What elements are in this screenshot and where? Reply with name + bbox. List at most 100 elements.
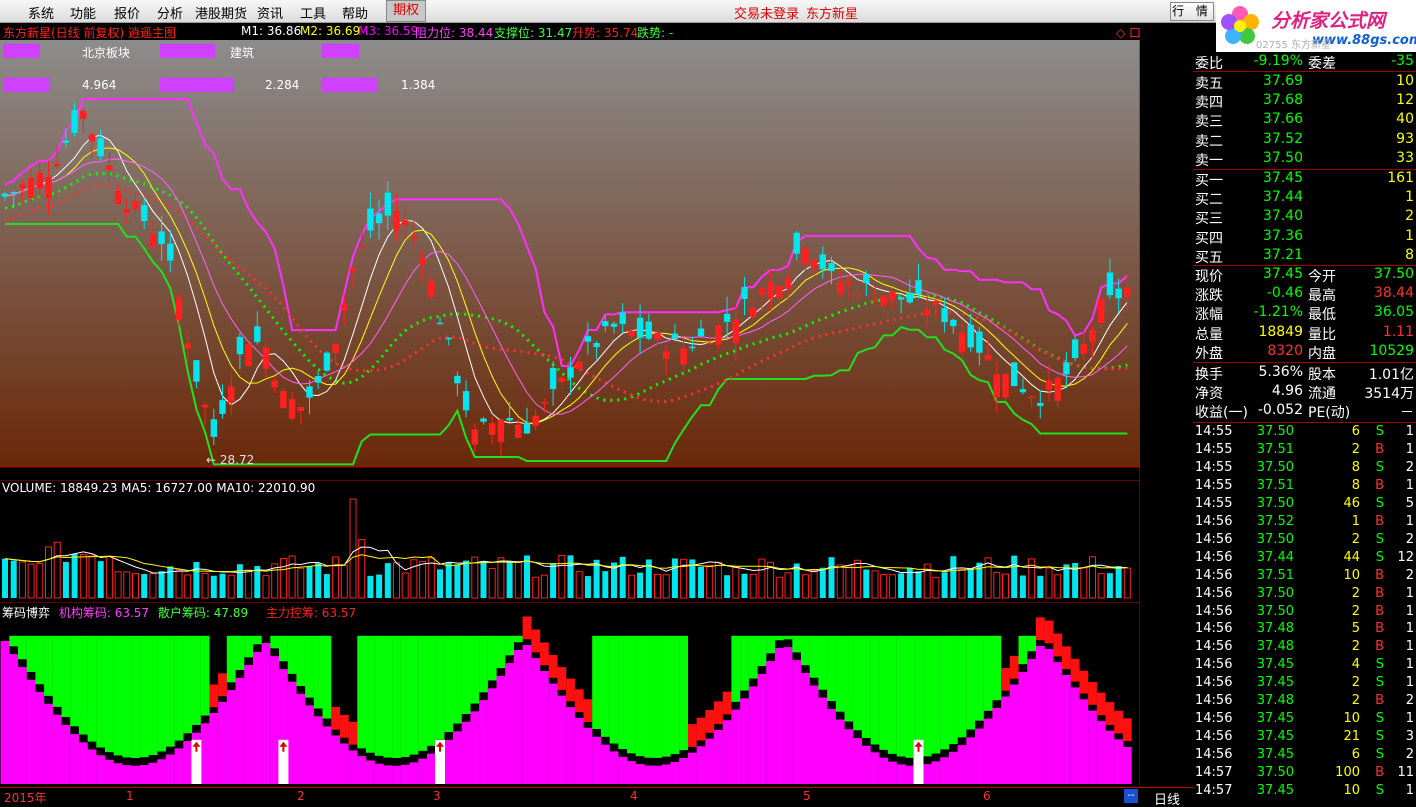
volume-bar (784, 572, 792, 599)
menu-function[interactable]: 功能 (70, 3, 96, 22)
tick-side: B (1375, 585, 1384, 601)
menu-analysis[interactable]: 分析 (157, 3, 183, 22)
site-logo: 分析家公式网 www.88gs.com 02755 东方新星 (1216, 0, 1416, 52)
chip-retail-bar (157, 635, 166, 752)
time-label-mar: 3 (433, 789, 441, 803)
candle-body[interactable] (523, 422, 531, 434)
volume-bar (845, 565, 853, 599)
tick-side: B (1375, 639, 1384, 655)
menu-hk-futures[interactable]: 港股期货 (195, 3, 247, 22)
volume-chart[interactable]: 100005000X10 (0, 480, 1140, 602)
tick-volume: 4 (1351, 657, 1360, 673)
tick-count: 1 (1405, 639, 1414, 655)
chip-inst-bar (592, 736, 601, 784)
chip-inst-bar (226, 690, 236, 784)
menu-news[interactable]: 资讯 (257, 3, 283, 22)
ask-volume: 40 (1396, 111, 1414, 128)
chip-retail-bar (844, 635, 854, 722)
chip-retail-bar (279, 635, 288, 662)
chip-retail-bar (270, 635, 280, 649)
candle-body[interactable] (497, 419, 505, 442)
chip-retail-bar (740, 635, 749, 691)
chip-inst-bar (418, 758, 427, 784)
volume-bar (706, 564, 714, 599)
candle-body[interactable] (210, 419, 217, 437)
scroll-button[interactable]: -- (1124, 789, 1138, 803)
chip-main-bar (714, 701, 723, 725)
weibi-value: -9.19% (1253, 53, 1303, 69)
chip-main-bar (531, 629, 541, 653)
chip-inst-bar (1053, 662, 1063, 784)
chip-main-bar (1053, 633, 1063, 657)
stat-label-2: 最高 (1308, 288, 1336, 305)
menu-help[interactable]: 帮助 (342, 3, 368, 22)
menu-options-tab[interactable]: 期权 (386, 0, 426, 22)
chip-inst-bar (209, 713, 219, 784)
chip-inst-bar (444, 739, 454, 784)
menu-system[interactable]: 系统 (28, 3, 54, 22)
chip-inst-bar (531, 658, 541, 784)
chip-retail-bar (444, 635, 454, 733)
ask-label: 卖四 (1195, 95, 1223, 112)
chip-inst-bar (940, 757, 949, 784)
quote-button[interactable]: 行 情 (1170, 2, 1214, 21)
volume-bar (836, 564, 844, 599)
volume-bar (749, 573, 757, 599)
volume-bar (384, 563, 391, 598)
volume-bar (401, 572, 409, 599)
chip-retail-bar (966, 635, 976, 730)
volume-bar (297, 567, 305, 599)
menu-quote[interactable]: 报价 (114, 3, 140, 22)
chip-inst-bar (305, 705, 314, 784)
tick-price: 37.44 (1256, 549, 1294, 565)
chip-main-bar (566, 678, 575, 702)
tick-time: 14:55 (1195, 477, 1233, 493)
chip-inst-bar (748, 686, 758, 784)
chip-inst-bar (409, 762, 419, 784)
chip-inst-bar (861, 745, 871, 784)
divider (1193, 71, 1416, 72)
candle-body[interactable] (515, 424, 522, 438)
volume-bar (2, 558, 8, 598)
volume-bar (175, 569, 183, 599)
volume-bar (105, 555, 113, 599)
chip-retail-bar (235, 635, 245, 671)
time-label-year: 2015年 (4, 791, 47, 805)
chip-inst-bar (670, 761, 680, 784)
logo-code: 02755 东方新星 (1256, 40, 1331, 51)
period-tab-daily[interactable]: 日线 (1154, 789, 1180, 807)
chip-main-bar (540, 642, 549, 666)
chip-battle-chart[interactable]: 60.0045.0030.0015.00 (0, 602, 1140, 788)
chip-inst-bar (26, 679, 36, 784)
chip-retail-bar (461, 635, 471, 715)
volume-bar (427, 557, 435, 599)
tick-count: 1 (1405, 441, 1414, 457)
volume-bar (184, 574, 192, 599)
chip-retail-bar (252, 635, 262, 645)
tick-side: B (1375, 477, 1384, 493)
chip-retail-bar (9, 635, 19, 647)
volume-bar (18, 561, 26, 599)
chip-inst-bar (513, 650, 523, 784)
chip-inst-bar (992, 707, 1002, 784)
stat-value: 37.45 (1262, 266, 1303, 282)
tick-price: 37.45 (1256, 783, 1294, 798)
chart-window-icons[interactable]: ◇ 口 (1116, 24, 1141, 41)
volume-bar (393, 562, 400, 599)
low-price-label: ← 28.72 (206, 453, 254, 467)
volume-bar (201, 572, 209, 599)
volume-bar (602, 571, 609, 598)
chip-inst-bar (1096, 721, 1106, 784)
stat-label-2: 内盘 (1308, 345, 1336, 362)
chip-inst-bar (235, 677, 245, 784)
candle-body[interactable] (471, 429, 478, 445)
candle-body[interactable] (489, 423, 496, 435)
chip-inst-bar (479, 700, 488, 784)
stock-name-link[interactable]: 东方新星 (806, 3, 858, 22)
menu-tools[interactable]: 工具 (300, 3, 326, 22)
chip-retail-bar (609, 635, 619, 744)
login-status-link[interactable]: 交易未登录 (734, 3, 799, 22)
chip-inst-bar (339, 743, 349, 784)
chip-inst-bar (957, 745, 967, 784)
chip-main-bar (1009, 655, 1019, 679)
